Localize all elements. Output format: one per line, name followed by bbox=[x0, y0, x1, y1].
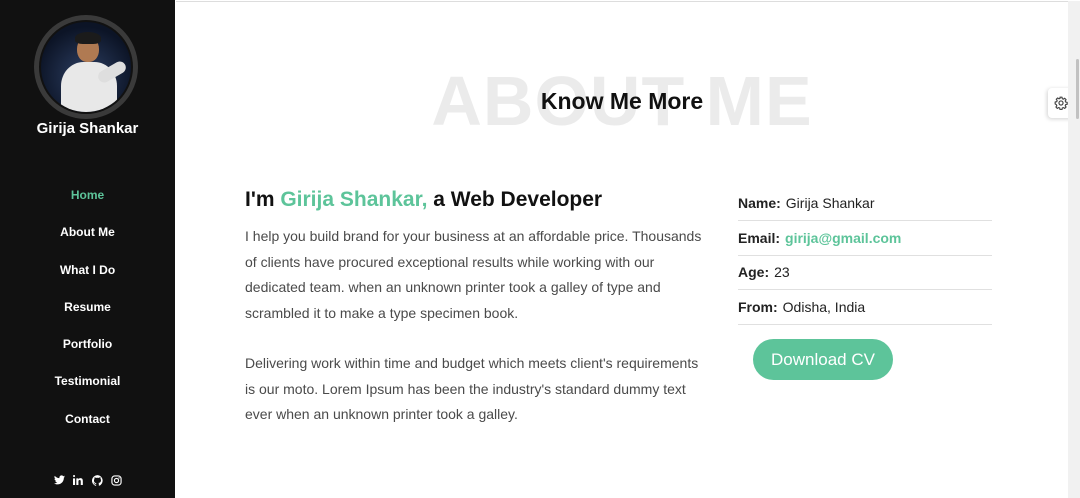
twitter-icon[interactable] bbox=[53, 474, 65, 486]
info-label: Age: bbox=[738, 264, 770, 281]
about-paragraph-1: I help you build brand for your business… bbox=[245, 228, 702, 321]
gear-icon bbox=[1054, 96, 1068, 110]
email-link[interactable]: girija@gmail.com bbox=[785, 230, 901, 246]
info-row-from: From: Odisha, India bbox=[738, 290, 992, 326]
sidebar: Girija Shankar Home About Me What I Do R… bbox=[0, 0, 175, 498]
about-paragraph-2: Delivering work within time and budget w… bbox=[245, 355, 699, 422]
personal-info-list: Name: Girija Shankar Email: girija@gmail… bbox=[738, 186, 992, 326]
instagram-icon[interactable] bbox=[110, 474, 122, 486]
github-icon[interactable] bbox=[91, 474, 103, 486]
intro-heading-suffix: a Web Developer bbox=[427, 188, 603, 211]
scrollbar[interactable] bbox=[1068, 1, 1080, 498]
social-links bbox=[0, 474, 175, 486]
nav-item-portfolio[interactable]: Portfolio bbox=[63, 335, 112, 351]
nav-item-testimonial[interactable]: Testimonial bbox=[55, 372, 121, 388]
nav-item-what-i-do[interactable]: What I Do bbox=[60, 261, 115, 277]
intro-heading-name: Girija Shankar, bbox=[280, 188, 428, 211]
about-section: ABOUT ME Know Me More I'm Girija Shankar… bbox=[176, 1, 1068, 498]
info-value: 23 bbox=[774, 264, 790, 281]
info-row-name: Name: Girija Shankar bbox=[738, 186, 992, 221]
linkedin-icon[interactable] bbox=[72, 474, 84, 486]
nav-item-about-me[interactable]: About Me bbox=[60, 223, 115, 239]
nav-item-home[interactable]: Home bbox=[71, 186, 104, 202]
info-row-email: Email: girija@gmail.com bbox=[738, 221, 992, 256]
info-label: Email: bbox=[738, 229, 781, 246]
profile-name: Girija Shankar bbox=[36, 120, 139, 137]
scrollbar-thumb[interactable] bbox=[1076, 59, 1079, 119]
section-title: Know Me More bbox=[540, 88, 704, 114]
info-label: Name: bbox=[738, 194, 781, 211]
sidebar-nav: Home About Me What I Do Resume Portfolio… bbox=[0, 186, 175, 447]
avatar[interactable] bbox=[39, 20, 133, 114]
nav-item-resume[interactable]: Resume bbox=[64, 298, 111, 314]
intro-heading: I'm Girija Shankar, a Web Developer bbox=[245, 188, 602, 212]
nav-item-contact[interactable]: Contact bbox=[65, 410, 110, 426]
intro-heading-prefix: I'm bbox=[245, 188, 281, 211]
info-label: From: bbox=[738, 299, 778, 316]
info-value: Odisha, India bbox=[782, 299, 866, 316]
avatar-frame bbox=[34, 15, 138, 119]
info-value: Girija Shankar bbox=[785, 194, 875, 211]
info-row-age: Age: 23 bbox=[738, 256, 992, 291]
download-cv-button[interactable]: Download CV bbox=[753, 339, 893, 380]
